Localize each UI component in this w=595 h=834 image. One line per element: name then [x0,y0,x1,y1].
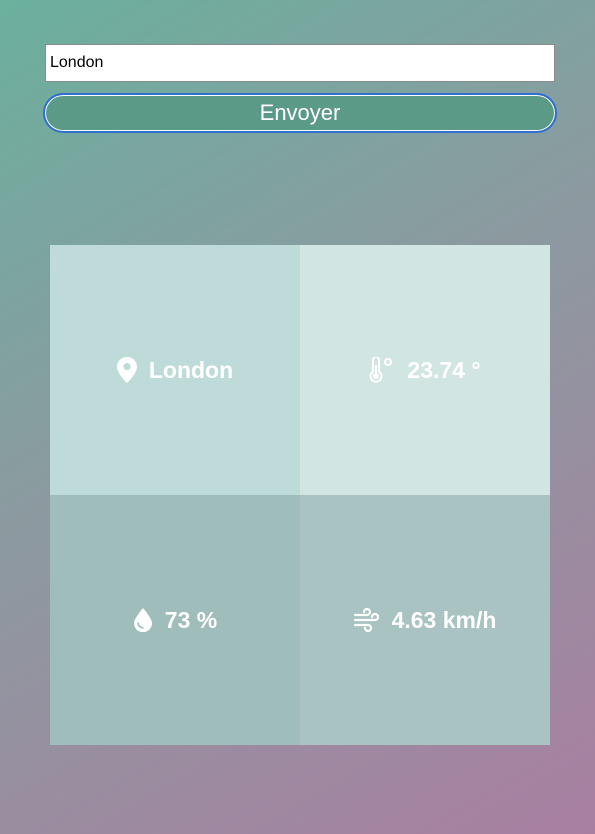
city-search-input[interactable] [45,44,555,82]
temperature-tile: 23.74 ° [300,245,550,495]
wind-icon [353,608,380,632]
thermometer-icon [369,357,395,383]
temperature-value: 23.74 ° [407,356,481,383]
wind-value: 4.63 km/h [391,606,497,633]
wind-tile: 4.63 km/h [300,495,550,745]
water-drop-icon [133,608,153,632]
send-button[interactable]: Envoyer [43,93,557,133]
humidity-tile: 73 % [50,495,300,745]
weather-grid: London 23.74 ° 73 % 4.63 km/h [50,245,550,745]
map-pin-icon [116,357,137,383]
humidity-value: 73 % [164,606,218,633]
city-tile: London [50,245,300,495]
city-name: London [148,356,234,383]
